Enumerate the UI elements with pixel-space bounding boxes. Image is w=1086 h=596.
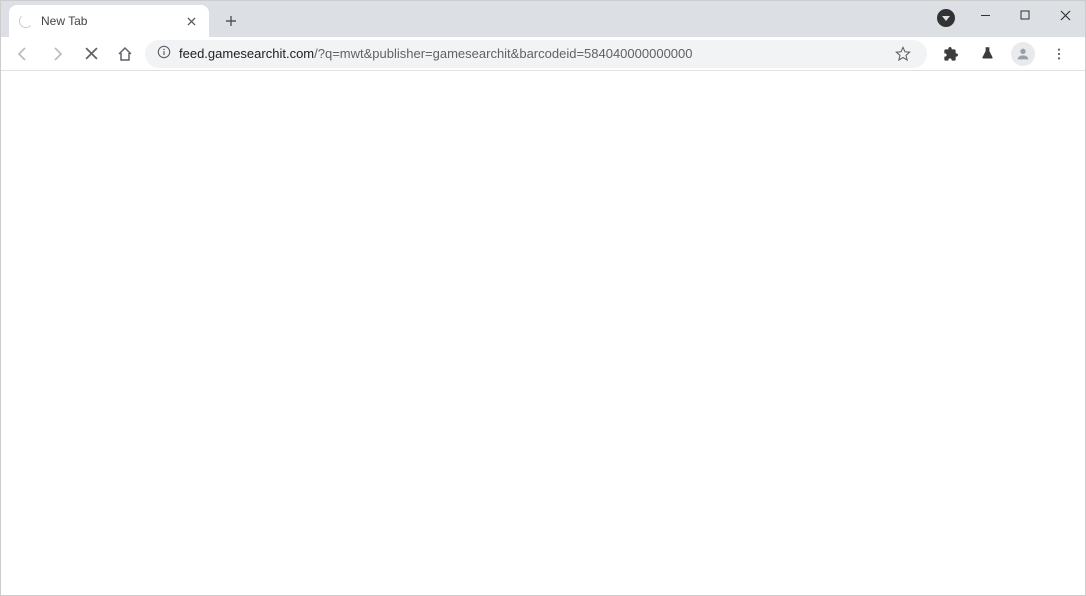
chrome-menu-button[interactable] xyxy=(1045,40,1073,68)
bookmark-star-button[interactable] xyxy=(891,42,915,66)
address-bar[interactable]: feed.gamesearchit.com/?q=mwt&publisher=g… xyxy=(145,40,927,68)
new-tab-button[interactable] xyxy=(217,7,245,35)
home-button[interactable] xyxy=(111,40,139,68)
window-controls xyxy=(965,1,1085,29)
stop-reload-button[interactable] xyxy=(77,40,105,68)
url-host: feed.gamesearchit.com xyxy=(179,46,314,61)
browser-tab[interactable]: New Tab xyxy=(9,5,209,37)
page-content xyxy=(1,71,1085,595)
toolbar: feed.gamesearchit.com/?q=mwt&publisher=g… xyxy=(1,37,1085,71)
loading-spinner-icon xyxy=(19,14,33,28)
close-window-button[interactable] xyxy=(1045,1,1085,29)
extension-flask-icon[interactable] xyxy=(973,40,1001,68)
forward-button[interactable] xyxy=(43,40,71,68)
url-path: /?q=mwt&publisher=gamesearchit&barcodeid… xyxy=(314,46,692,61)
tab-search-button[interactable] xyxy=(937,9,955,27)
back-button[interactable] xyxy=(9,40,37,68)
tab-strip: New Tab xyxy=(1,1,1085,37)
extensions-area xyxy=(933,40,1077,68)
extensions-puzzle-icon[interactable] xyxy=(937,40,965,68)
tab-close-button[interactable] xyxy=(183,13,199,29)
tab-title: New Tab xyxy=(41,14,87,28)
url-text: feed.gamesearchit.com/?q=mwt&publisher=g… xyxy=(179,46,883,61)
minimize-button[interactable] xyxy=(965,1,1005,29)
site-info-icon[interactable] xyxy=(157,45,171,62)
maximize-button[interactable] xyxy=(1005,1,1045,29)
profile-avatar[interactable] xyxy=(1009,40,1037,68)
